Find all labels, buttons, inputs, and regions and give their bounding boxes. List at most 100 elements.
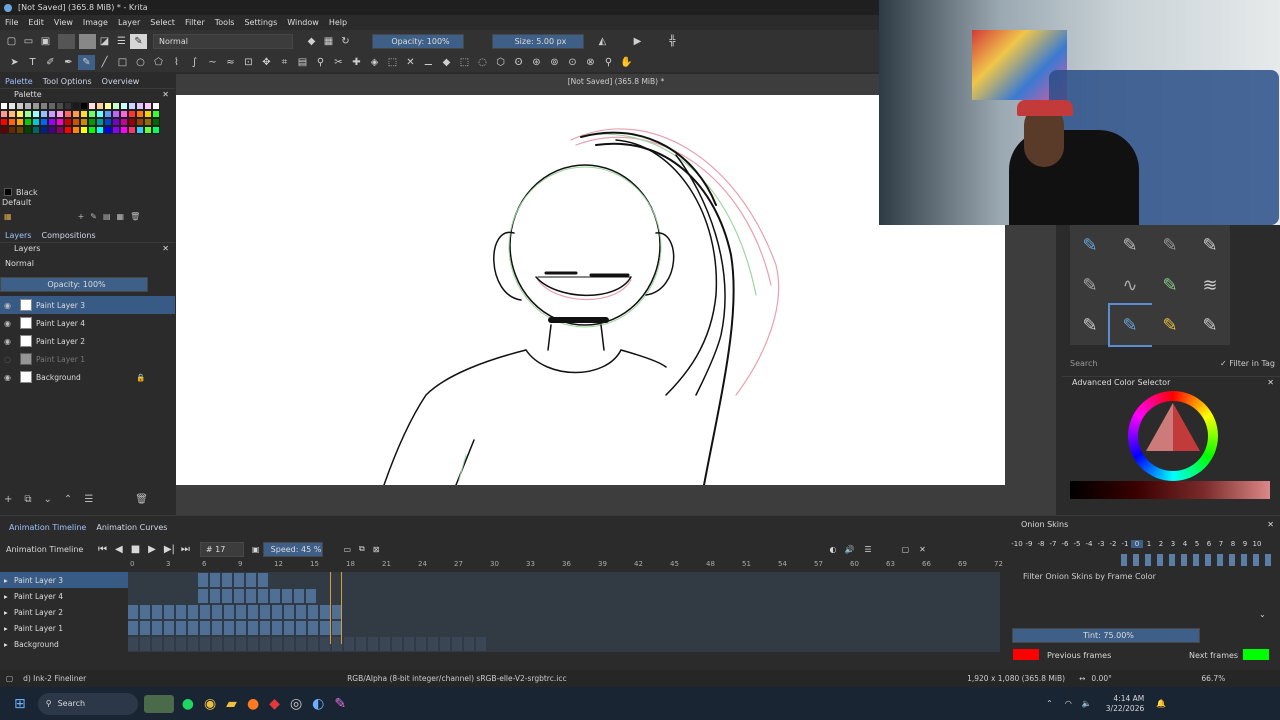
fg-bg-color-icon[interactable]: ◪ xyxy=(96,34,113,49)
palette-swatch[interactable] xyxy=(64,126,72,134)
palette-swatch[interactable] xyxy=(144,110,152,118)
palette-swatch[interactable] xyxy=(96,118,104,126)
palette-swatch[interactable] xyxy=(136,118,144,126)
wifi-icon[interactable]: ◠ xyxy=(1065,699,1072,708)
palette-swatch[interactable] xyxy=(56,110,64,118)
frame-cell[interactable] xyxy=(476,637,487,651)
delete-layer-icon[interactable]: 🗑 xyxy=(135,494,148,505)
brush-preset-icon[interactable]: ✎ xyxy=(1070,225,1110,265)
menu-edit[interactable]: Edit xyxy=(23,18,49,27)
frame-cell[interactable] xyxy=(176,621,187,635)
select-shapes-icon[interactable]: ➤ xyxy=(6,55,23,70)
timeline-settings-icon[interactable]: ☰ xyxy=(864,545,871,554)
chevron-down-icon[interactable]: ⌄ xyxy=(44,494,52,505)
frame-cell[interactable] xyxy=(224,621,235,635)
freehand-path-icon[interactable]: ~ xyxy=(204,55,221,70)
timeline-layer-row[interactable]: ▸ Paint Layer 4 xyxy=(0,588,128,604)
brush-preset-icon[interactable]: ✎ xyxy=(1150,305,1190,345)
frame-cell[interactable] xyxy=(246,573,257,587)
measure-tool-icon[interactable]: ⚊ xyxy=(420,55,437,70)
firefox-icon[interactable]: ● xyxy=(247,696,259,712)
palette-swatch[interactable] xyxy=(96,126,104,134)
close-icon[interactable]: ✕ xyxy=(919,545,926,554)
close-icon[interactable]: ✕ xyxy=(1267,520,1274,529)
frame-cell[interactable] xyxy=(212,637,223,651)
palette-swatch[interactable] xyxy=(120,110,128,118)
visibility-eye-icon[interactable]: ◉ xyxy=(4,373,14,382)
enclose-fill-icon[interactable]: ⬚ xyxy=(384,55,401,70)
frame-cell[interactable] xyxy=(152,605,163,619)
palette-swatch[interactable] xyxy=(144,102,152,110)
volume-icon[interactable]: 🔈 xyxy=(1082,699,1092,708)
onion-frame-number[interactable]: -3 xyxy=(1095,540,1107,548)
clock[interactable]: 4:14 AM 3/22/2026 xyxy=(1106,694,1144,714)
next-frames-color[interactable] xyxy=(1243,649,1269,660)
frame-cell[interactable] xyxy=(188,621,199,635)
onion-frame-number[interactable]: 2 xyxy=(1155,540,1167,548)
palette-settings-icon[interactable]: ▤ xyxy=(103,212,111,221)
visibility-eye-icon[interactable]: ◉ xyxy=(4,301,14,310)
gradient-icon[interactable] xyxy=(79,33,96,49)
color-wheel[interactable] xyxy=(1128,391,1218,481)
frame-cell[interactable] xyxy=(222,589,233,603)
frame-cell[interactable] xyxy=(308,605,319,619)
play-icon[interactable]: ▶ xyxy=(148,544,156,555)
onion-opacity-bars[interactable] xyxy=(1121,554,1271,566)
notification-icon[interactable]: 🔔 xyxy=(1156,699,1166,708)
alpha-lock-icon[interactable]: ▦ xyxy=(320,34,337,49)
frame-cell[interactable] xyxy=(272,637,283,651)
frame-cell[interactable] xyxy=(296,605,307,619)
contiguous-select-icon[interactable]: ⊛ xyxy=(528,55,545,70)
frame-cell[interactable] xyxy=(224,637,235,651)
frame-cell[interactable] xyxy=(258,589,269,603)
palette-swatch[interactable] xyxy=(104,110,112,118)
palette-swatch[interactable] xyxy=(48,110,56,118)
onion-frame-number[interactable]: 1 xyxy=(1143,540,1155,548)
volume-icon[interactable]: 🔊 xyxy=(844,545,854,554)
onion-frame-number[interactable]: 8 xyxy=(1227,540,1239,548)
menu-help[interactable]: Help xyxy=(324,18,352,27)
brush-preset-icon[interactable]: ✎ xyxy=(1070,305,1110,345)
palette-swatch[interactable] xyxy=(120,118,128,126)
tint-slider[interactable]: Tint: 75.00% xyxy=(1012,628,1200,643)
frame-cell[interactable] xyxy=(210,589,221,603)
tab-tool-options[interactable]: Tool Options xyxy=(38,77,97,86)
palette-swatch[interactable] xyxy=(104,102,112,110)
rect-select-icon[interactable]: ⬚ xyxy=(456,55,473,70)
tab-animation-timeline[interactable]: Animation Timeline xyxy=(4,523,91,532)
colorize-mask-icon[interactable]: ✂ xyxy=(330,55,347,70)
color-history-bar[interactable] xyxy=(1070,481,1270,499)
frame-cell[interactable] xyxy=(164,637,175,651)
magnetic-select-icon[interactable]: ⊗ xyxy=(582,55,599,70)
frame-grid[interactable] xyxy=(128,572,1000,652)
palette-swatch[interactable] xyxy=(24,126,32,134)
menu-window[interactable]: Window xyxy=(282,18,324,27)
palette-swatch[interactable] xyxy=(32,102,40,110)
size-slider[interactable]: Size: 5.00 px xyxy=(492,33,584,49)
open-document-icon[interactable]: ▭ xyxy=(20,34,37,49)
frame-cell[interactable] xyxy=(164,621,175,635)
palette-swatch[interactable] xyxy=(40,126,48,134)
brush-preset-icon[interactable]: ✎ xyxy=(1108,303,1152,347)
frame-cell[interactable] xyxy=(188,605,199,619)
frame-cell[interactable] xyxy=(200,621,211,635)
menu-tools[interactable]: Tools xyxy=(210,18,240,27)
palette-swatch[interactable] xyxy=(48,102,56,110)
frame-cell[interactable] xyxy=(200,637,211,651)
frame-cell[interactable] xyxy=(464,637,475,651)
palette-swatch[interactable] xyxy=(8,118,16,126)
onion-frame-number[interactable]: -2 xyxy=(1107,540,1119,548)
palette-swatch[interactable] xyxy=(24,110,32,118)
palette-swatch[interactable] xyxy=(128,110,136,118)
brush-settings-icon[interactable]: ☰ xyxy=(113,34,130,49)
onion-frame-number[interactable]: -9 xyxy=(1023,540,1035,548)
palette-swatch[interactable] xyxy=(32,118,40,126)
brush-search-input[interactable]: Search xyxy=(1070,359,1097,368)
visibility-eye-icon[interactable]: ◉ xyxy=(4,337,14,346)
palette-swatch[interactable] xyxy=(112,110,120,118)
palette-swatch[interactable] xyxy=(144,118,152,126)
frame-cell[interactable] xyxy=(212,621,223,635)
layer-row[interactable]: ◉ Background 🔒 xyxy=(0,368,175,386)
frame-cell[interactable] xyxy=(440,637,451,651)
frame-cell[interactable] xyxy=(282,589,293,603)
